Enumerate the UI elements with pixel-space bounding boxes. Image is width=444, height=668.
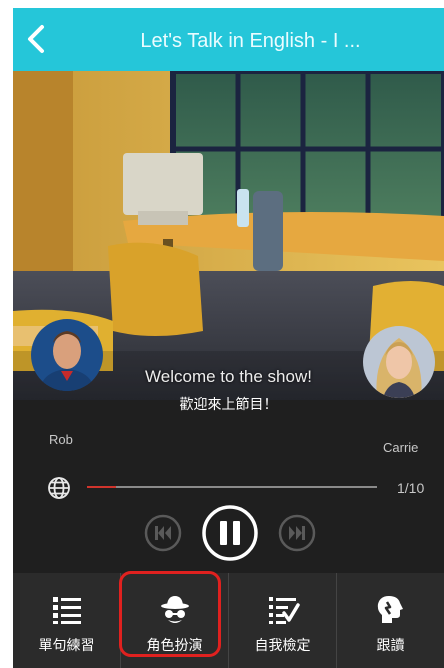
list-icon xyxy=(52,597,81,624)
tab-shadowing[interactable]: 跟讀 xyxy=(337,573,444,668)
speaker-avatar-carrie[interactable] xyxy=(363,326,435,398)
scene-image: Welcome to the show! xyxy=(13,71,444,400)
tab-label: 單句練習 xyxy=(38,637,95,653)
globe-icon xyxy=(48,477,70,499)
speaker-name-rob: Rob xyxy=(49,432,73,447)
tab-label: 自我檢定 xyxy=(254,637,311,653)
next-button[interactable] xyxy=(278,514,316,552)
chevron-left-icon xyxy=(28,25,44,53)
language-button[interactable] xyxy=(47,476,71,500)
tab-label: 角色扮演 xyxy=(146,637,203,653)
tab-label: 跟讀 xyxy=(376,637,405,653)
next-icon xyxy=(278,514,316,552)
checklist-icon xyxy=(268,597,300,624)
tab-self-test[interactable]: 自我檢定 xyxy=(229,573,336,668)
back-button[interactable] xyxy=(25,24,47,54)
audio-player: 1/10 xyxy=(13,468,444,573)
progress-fill xyxy=(87,486,116,488)
previous-button[interactable] xyxy=(144,514,182,552)
app-window: Let's Talk in English - I ... Welcome to… xyxy=(13,8,444,668)
subtitle-english: Welcome to the show! xyxy=(145,367,312,386)
subtitle-chinese: 歡迎來上節目！ xyxy=(179,396,278,412)
header-bar: Let's Talk in English - I ... xyxy=(13,8,444,71)
bottom-tab-bar: 單句練習 角色扮演 自我檢定 跟讀 xyxy=(13,573,444,668)
tab-role-play[interactable]: 角色扮演 xyxy=(121,573,228,668)
sentence-counter: 1/10 xyxy=(397,480,425,496)
speaking-head-icon xyxy=(377,596,403,623)
previous-icon xyxy=(144,514,182,552)
progress-slider[interactable] xyxy=(87,486,377,488)
page-title: Let's Talk in English - I ... xyxy=(140,30,361,52)
pause-button[interactable] xyxy=(201,504,259,562)
speaker-name-carrie: Carrie xyxy=(383,440,419,455)
avatar xyxy=(363,326,435,398)
incognito-icon xyxy=(160,596,189,623)
tab-sentence-practice[interactable]: 單句練習 xyxy=(13,573,120,668)
pause-icon xyxy=(202,505,258,561)
